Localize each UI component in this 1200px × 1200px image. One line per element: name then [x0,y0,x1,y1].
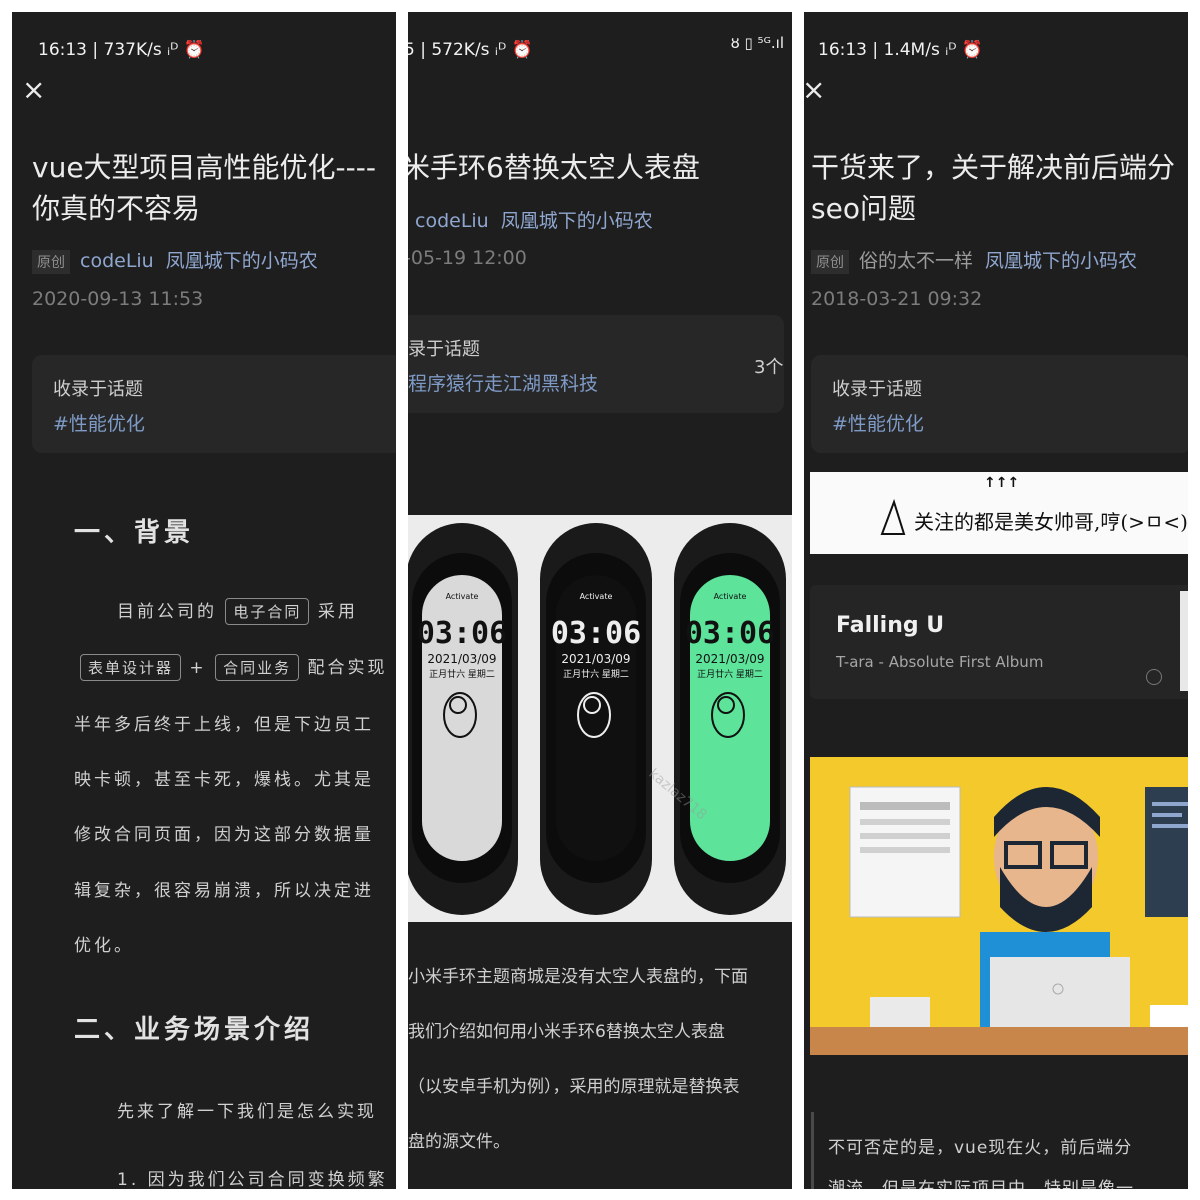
paragraph-line: 修改合同页面，因为这部分数据量 [74,825,374,845]
article-title-line2: 你真的不容易 [32,192,201,225]
original-badge: 原创 [32,249,70,274]
topic-hashtag-link[interactable]: #性能优化 [53,409,145,436]
close-icon[interactable]: × [22,76,45,104]
topic-label: 录于话题 [408,339,480,360]
watch-time-text: 03:06 [417,616,507,651]
svg-text:03:06: 03:06 [685,616,775,651]
article-panel-miband: 5 | 572K/s ᵢᴰ ⏰ ȣ ▯ ⁵ᴳ.ıl 米手环6替换太空人表盘 co… [408,12,792,1189]
paragraph-line: 盘的源文件。 [408,1132,510,1152]
topic-label: 收录于话题 [832,379,922,400]
author-link[interactable]: codeLiu [415,210,489,232]
author-link[interactable]: codeLiu [80,250,154,272]
paragraph-line: 优化。 [74,936,134,956]
svg-text:2021/03/09: 2021/03/09 [561,652,630,666]
paragraph-line: 我们介绍如何用小米手环6替换太空人表盘 [408,1022,725,1042]
paragraph-line: 表单设计器 + 合同业务 配合实现 [80,653,388,681]
article-meta: 原创 codeLiu 凤凰城下的小码农 [32,246,318,274]
paragraph-line: 辑复杂，很容易崩溃，所以决定进 [74,881,374,901]
account-link[interactable]: 凤凰城下的小码农 [501,210,653,232]
original-badge: 原创 [811,249,849,274]
publish-date: 2018-03-21 09:32 [811,288,983,310]
section-heading-scenario: 二、业务场景介绍 [74,1015,315,1045]
article-panel-vue: 16:13 | 737K/s ᵢᴰ ⏰ × vue大型项目高性能优化---- 你… [12,12,396,1189]
author-name[interactable]: 俗的太不一样 [859,250,973,272]
topic-card[interactable]: 收录于话题 #性能优化 [32,355,396,453]
developer-illustration [810,757,1188,1055]
paragraph-line: 映卡顿，甚至卡死，爆栈。尤其是 [74,770,374,790]
svg-text:Activate: Activate [714,592,747,601]
svg-text:2021/03/09: 2021/03/09 [695,652,764,666]
status-bar: 5 | 572K/s ᵢᴰ ⏰ [408,40,533,60]
svg-text:正月廿六 星期二: 正月廿六 星期二 [563,668,629,680]
inline-code-tag: 表单设计器 [80,654,182,681]
status-bar: 16:13 | 737K/s ᵢᴰ ⏰ [38,40,205,60]
article-title: vue大型项目高性能优化---- [32,151,376,184]
topic-card[interactable]: 收录于话题 #性能优化 [811,355,1188,453]
article-title: 干货来了，关于解决前后端分 [811,151,1176,184]
quote-line: 不可否定的是，vue现在火，前后端分 [828,1138,1133,1158]
inline-code-tag: 合同业务 [215,654,300,681]
article-meta: 原创 俗的太不一样 凤凰城下的小码农 [811,246,1137,274]
article-title: 米手环6替换太空人表盘 [408,151,700,184]
watch-face-image: Activate 03:06 2021/03/09 正月廿六 星期二 Activ… [408,515,792,922]
account-link[interactable]: 凤凰城下的小码农 [985,250,1137,272]
paragraph-line: 半年多后终于上线，但是下边员工 [74,715,374,735]
article-panel-seo: 16:13 | 1.4M/s ᵢᴰ ⏰ × 干货来了，关于解决前后端分 seo问… [804,12,1188,1189]
inline-code-tag: 电子合同 [225,598,310,625]
music-note-icon[interactable] [1146,669,1162,685]
paragraph-line: 目前公司的 电子合同 采用 [117,597,358,625]
miband-watch-illustration: Activate 03:06 2021/03/09 正月廿六 星期二 Activ… [408,523,786,915]
banner-text: 关注的都是美女帅哥,哼(>ㅁ<) [914,510,1188,534]
watch-activate-text: Activate [446,592,479,601]
paragraph-line: 小米手环主题商城是没有太空人表盘的，下面 [408,967,748,987]
svg-text:03:06: 03:06 [551,616,641,651]
topic-hashtag-link[interactable]: #性能优化 [832,409,924,436]
song-title: Falling U [836,613,945,638]
watch-date-text: 2021/03/09 [427,652,496,666]
publish-date: 2020-09-13 11:53 [32,288,204,310]
follow-banner-image: ↑↑↑ 关注的都是美女帅哥,哼(>ㅁ<) [810,472,1188,554]
paragraph-line: 先来了解一下我们是怎么实现 [117,1102,377,1122]
paragraph-line: （以安卓手机为例），采用的原理就是替换表 [408,1077,740,1097]
watch-lunar-text: 正月廿六 星期二 [429,668,495,680]
signal-status-icons: ȣ ▯ ⁵ᴳ.ıl [730,34,784,52]
song-artist: T-ara - Absolute First Album [836,653,1044,671]
article-meta: codeLiu 凤凰城下的小码农 [415,206,653,233]
music-card[interactable]: Falling U T-ara - Absolute First Album [810,585,1188,699]
topic-link[interactable]: 程序猿行走江湖黑科技 [408,369,598,396]
arrow-up-icon: ↑↑↑ [984,475,1020,491]
svg-text:Activate: Activate [580,592,613,601]
status-bar: 16:13 | 1.4M/s ᵢᴰ ⏰ [818,40,984,60]
quote-line: 潮流，但是在实际项目中，特别是像一 [828,1179,1134,1189]
topic-article-count: 3个 [754,357,784,378]
quote-bar [811,1112,814,1189]
topic-card[interactable]: 录于话题 程序猿行走江湖黑科技 3个 [408,315,784,413]
account-link[interactable]: 凤凰城下的小码农 [166,250,318,272]
pencil-icon [880,498,906,535]
topic-label: 收录于话题 [53,379,143,400]
list-item: 1. 因为我们公司合同变换频繁 [117,1170,388,1189]
section-heading-background: 一、背景 [74,518,195,548]
svg-text:正月廿六 星期二: 正月廿六 星期二 [697,668,763,680]
album-cover [1180,591,1188,691]
article-title-line2: seo问题 [811,192,916,225]
close-icon[interactable]: × [804,76,825,104]
publish-date: -05-19 12:00 [408,247,527,269]
